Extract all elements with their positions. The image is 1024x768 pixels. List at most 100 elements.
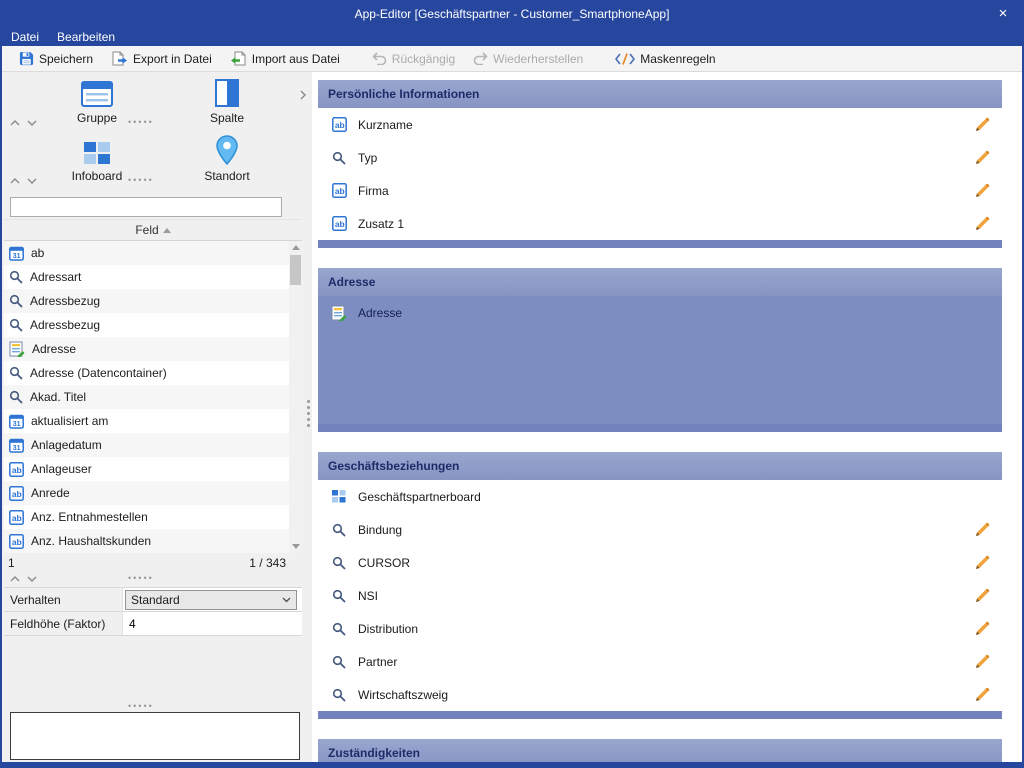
section-adresse: AdresseAdresse [318,268,1002,432]
redo-icon [473,52,488,65]
section-footer [318,240,1002,248]
canvas-field-partner[interactable]: Partner [318,645,1002,678]
column-icon [215,79,239,107]
menu-bearbeiten[interactable]: Bearbeiten [48,28,124,46]
toolbar-export-in-datei[interactable]: Export in Datei [102,48,221,69]
vertical-splitter[interactable] [305,397,311,430]
splitter-grip[interactable]: ••••• [128,574,154,582]
code-icon [615,53,635,65]
canvas-field-nsi[interactable]: NSI [318,579,1002,612]
section-body: GeschäftspartnerboardBindungCURSORNSIDis… [318,480,1002,711]
scrollbar-thumb[interactable] [290,255,301,285]
palette-row1-nav[interactable] [10,120,37,126]
field-list-item-adressart[interactable]: Adressart [4,265,289,289]
edit-pencil-icon[interactable] [974,555,990,571]
prop-label: Verhalten [4,593,122,607]
palette-standort[interactable]: Standort [162,132,292,190]
canvas-field-wirtschaftszweig[interactable]: Wirtschaftszweig [318,678,1002,711]
field-list-item-adresse-datencontainer[interactable]: Adresse (Datencontainer) [4,361,289,385]
list-nav[interactable] [10,576,37,582]
section-header-gesch-ftsbeziehungen[interactable]: Geschäftsbeziehungen [318,452,1002,480]
section-zust-ndigkeiten: Zuständigkeiten [318,739,1002,762]
splitter-grip[interactable]: ••••• [128,702,154,710]
toolbar-wiederherstellen: Wiederherstellen [464,49,592,69]
section-header-adresse[interactable]: Adresse [318,268,1002,296]
section-footer [318,711,1002,719]
scroll-up-icon[interactable] [289,241,302,254]
record-position: 1 / 343 [249,556,286,570]
field-search-input[interactable] [10,197,282,217]
section-header-zust-ndigkeiten[interactable]: Zuständigkeiten [318,739,1002,762]
canvas-field-typ[interactable]: Typ [318,141,1002,174]
main-area: GruppeSpalteInfoboardStandort ••••• ••••… [2,72,1022,762]
export-icon [111,51,128,66]
field-list-item-aktualisiert-am[interactable]: 31aktualisiert am [4,409,289,433]
text-icon: ab [330,117,348,132]
edit-pencil-icon[interactable] [974,621,990,637]
toolbar-import-aus-datei[interactable]: Import aus Datei [221,48,349,69]
canvas-field-adresse[interactable]: Adresse [318,296,1002,329]
chevron-up-icon[interactable] [10,178,20,184]
field-list-scrollbar[interactable] [289,241,302,553]
scroll-down-icon[interactable] [289,540,302,553]
edit-pencil-icon[interactable] [974,654,990,670]
lookup-icon [330,688,348,702]
edit-pencil-icon[interactable] [974,687,990,703]
edit-pencil-icon[interactable] [974,522,990,538]
field-list-item-akad-titel[interactable]: Akad. Titel [4,385,289,409]
prop-value-feldh-he-faktor[interactable]: 4 [125,617,136,631]
notes-box[interactable] [10,712,300,760]
field-list: 31abAdressartAdressbezugAdressbezugAdres… [4,241,289,553]
canvas-field-gesch-ftspartnerboard[interactable]: Geschäftspartnerboard [318,480,1002,513]
field-list-item-anz-haushaltskunden[interactable]: abAnz. Haushaltskunden [4,529,289,553]
canvas-field-cursor[interactable]: CURSOR [318,546,1002,579]
field-list-item-anz-entnahmestellen[interactable]: abAnz. Entnahmestellen [4,505,289,529]
chevron-down-icon[interactable] [27,178,37,184]
chevron-up-icon[interactable] [10,576,20,582]
field-list-item-adressbezug[interactable]: Adressbezug [4,313,289,337]
selected-count: 1 [8,556,15,570]
canvas-field-zusatz-1[interactable]: abZusatz 1 [318,207,1002,240]
edit-pencil-icon[interactable] [974,588,990,604]
prop-dropdown-verhalten[interactable]: Standard [125,590,297,610]
component-palette: GruppeSpalteInfoboardStandort [32,74,292,190]
field-list-item-anlagedatum[interactable]: 31Anlagedatum [4,433,289,457]
edit-pencil-icon[interactable] [974,183,990,199]
lookup-icon [330,151,348,165]
palette-spalte[interactable]: Spalte [162,74,292,132]
text-icon: ab [330,183,348,198]
infoboard-small-icon [330,490,348,503]
field-list-item-anlageuser[interactable]: abAnlageuser [4,457,289,481]
edit-pencil-icon[interactable] [974,150,990,166]
canvas-field-bindung[interactable]: Bindung [318,513,1002,546]
menu-datei[interactable]: Datei [2,28,48,46]
edit-pencil-icon[interactable] [974,117,990,133]
palette-grip[interactable]: ••••• [128,176,154,184]
canvas-field-kurzname[interactable]: abKurzname [318,108,1002,141]
chevron-down-icon[interactable] [27,120,37,126]
field-list-header[interactable]: Feld [4,219,302,241]
field-list-item-anrede[interactable]: abAnrede [4,481,289,505]
palette-collapse-icon[interactable] [300,90,306,100]
svg-text:31: 31 [13,445,21,452]
form-canvas: Persönliche InformationenabKurznameTypab… [312,72,1022,762]
palette-row2-nav[interactable] [10,178,37,184]
window-title: App-Editor [Geschäftspartner - Customer_… [0,7,1024,21]
section-header-pers-nliche-informationen[interactable]: Persönliche Informationen [318,80,1002,108]
chevron-up-icon[interactable] [10,120,20,126]
field-list-item-adresse[interactable]: Adresse [4,337,289,361]
toolbar-speichern[interactable]: Speichern [10,48,102,69]
field-list-item-ab[interactable]: 31ab [4,241,289,265]
palette-grip[interactable]: ••••• [128,118,154,126]
section-body[interactable]: Adresse [318,296,1002,424]
close-button[interactable]: × [990,4,1016,24]
canvas-field-firma[interactable]: abFirma [318,174,1002,207]
canvas-field-distribution[interactable]: Distribution [318,612,1002,645]
field-list-item-adressbezug[interactable]: Adressbezug [4,289,289,313]
edit-pencil-icon[interactable] [974,216,990,232]
lookup-icon [330,556,348,570]
toolbar-maskenregeln[interactable]: Maskenregeln [606,49,724,69]
chevron-down-icon[interactable] [27,576,37,582]
field-list-status: 1 1 / 343 [4,553,302,573]
lookup-icon [330,622,348,636]
